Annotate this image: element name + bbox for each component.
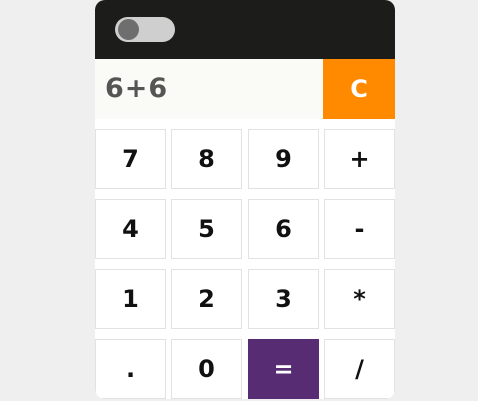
calculator-header (95, 0, 395, 59)
key-decimal[interactable]: . (95, 339, 166, 399)
key-8[interactable]: 8 (171, 129, 242, 189)
key-9[interactable]: 9 (248, 129, 319, 189)
clear-button[interactable]: C (323, 59, 395, 119)
key-1[interactable]: 1 (95, 269, 166, 329)
key-plus[interactable]: + (324, 129, 395, 189)
key-minus[interactable]: - (324, 199, 395, 259)
key-4[interactable]: 4 (95, 199, 166, 259)
key-multiply[interactable]: * (324, 269, 395, 329)
calculator: 6+6 C 7 8 9 + 4 5 6 - 1 2 3 * . 0 = / (95, 0, 395, 399)
display-screen: 6+6 (95, 59, 323, 119)
key-equals[interactable]: = (248, 339, 319, 399)
key-5[interactable]: 5 (171, 199, 242, 259)
theme-toggle[interactable] (115, 17, 175, 42)
toggle-knob (118, 19, 139, 40)
key-6[interactable]: 6 (248, 199, 319, 259)
key-3[interactable]: 3 (248, 269, 319, 329)
key-divide[interactable]: / (324, 339, 395, 399)
key-0[interactable]: 0 (171, 339, 242, 399)
key-7[interactable]: 7 (95, 129, 166, 189)
key-2[interactable]: 2 (171, 269, 242, 329)
